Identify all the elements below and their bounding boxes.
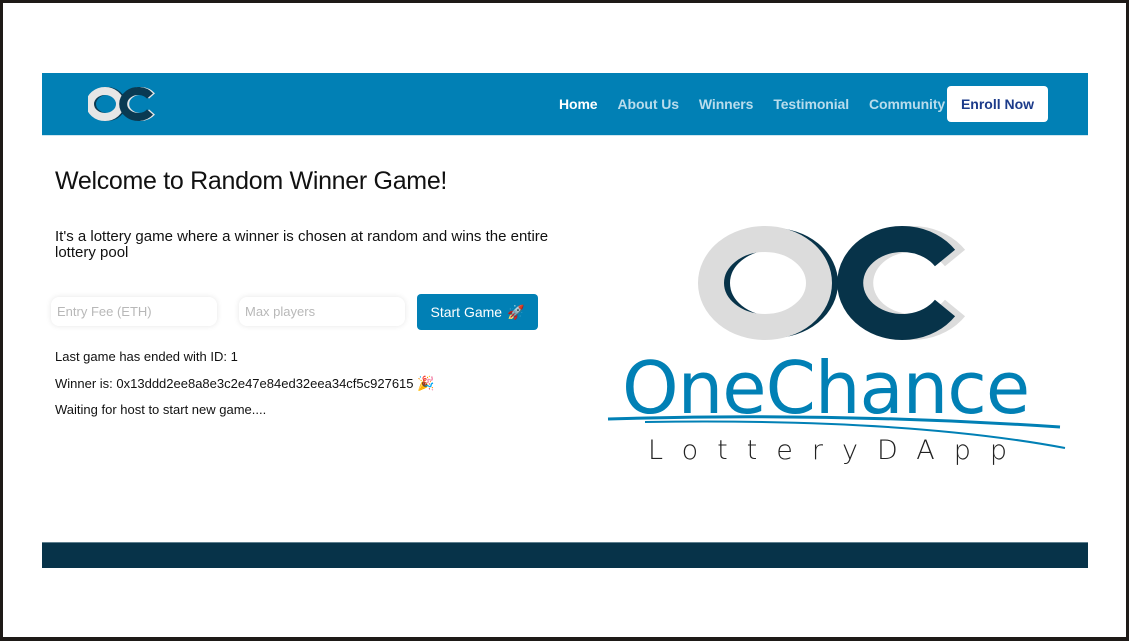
nav-community[interactable]: Community [869, 96, 945, 112]
nav-home[interactable]: Home [559, 96, 598, 112]
winner-status: Winner is: 0x13ddd2ee8a8e3c2e47e84ed32ee… [55, 375, 435, 392]
nav-testimonial[interactable]: Testimonial [773, 96, 849, 112]
footer-bar [42, 542, 1088, 568]
game-description: It's a lottery game where a winner is ch… [55, 228, 549, 261]
max-players-input[interactable] [239, 297, 405, 326]
start-game-button[interactable]: Start Game 🚀 [417, 294, 538, 330]
last-game-status: Last game has ended with ID: 1 [55, 349, 238, 364]
rocket-icon: 🚀 [507, 303, 525, 320]
enroll-now-button[interactable]: Enroll Now [947, 86, 1048, 122]
nav-about-us[interactable]: About Us [618, 96, 680, 112]
start-game-label: Start Game [430, 304, 503, 320]
nav-winners[interactable]: Winners [699, 96, 754, 112]
entry-fee-input[interactable] [51, 297, 217, 326]
brand-tagline: LotteryDApp [648, 435, 1027, 466]
main-nav: Home About Us Winners Testimonial Commun… [559, 73, 965, 135]
onechance-monogram-icon [607, 226, 1066, 449]
top-navbar: Home About Us Winners Testimonial Commun… [42, 73, 1088, 136]
brand-name: OneChance [622, 346, 1030, 430]
oc-logo-icon[interactable] [88, 86, 160, 122]
party-popper-icon: 🎉 [417, 375, 435, 391]
winner-address: Winner is: 0x13ddd2ee8a8e3c2e47e84ed32ee… [55, 376, 414, 391]
page-title: Welcome to Random Winner Game! [55, 167, 448, 195]
waiting-status: Waiting for host to start new game.... [55, 402, 267, 417]
